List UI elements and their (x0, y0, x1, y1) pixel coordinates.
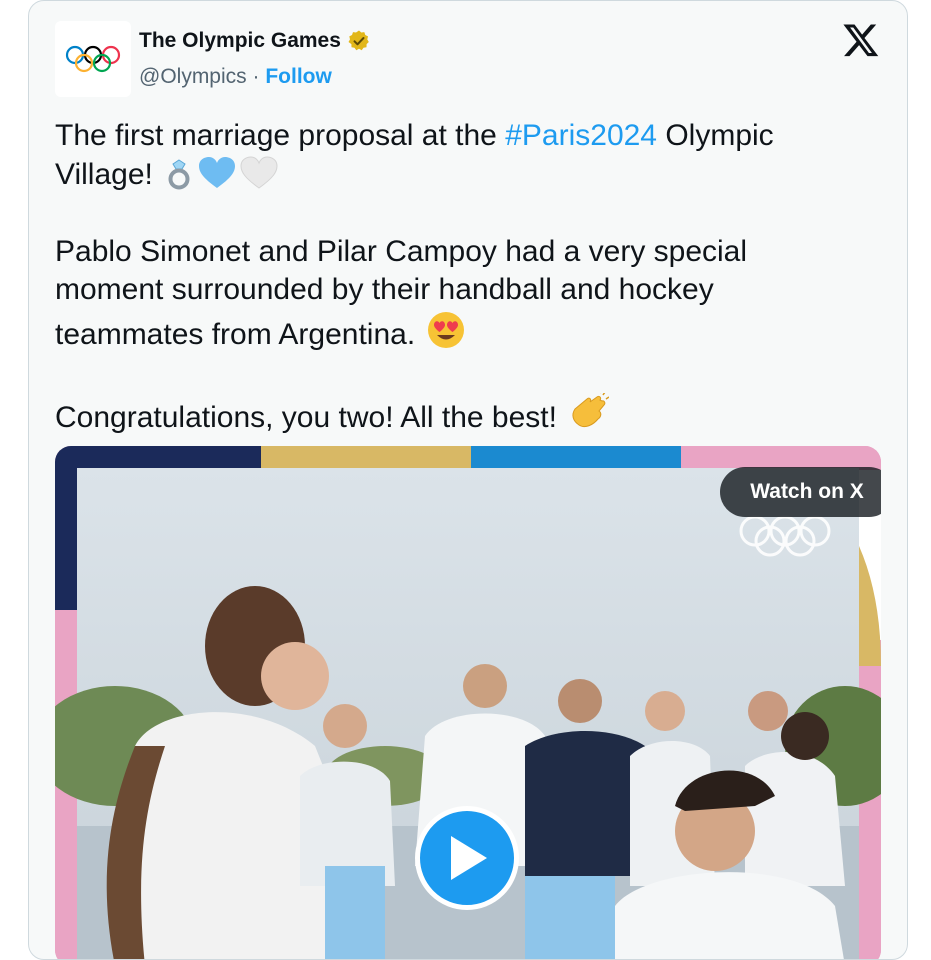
account-name[interactable]: The Olympic Games (139, 29, 341, 53)
tweet-text-segment: Congratulations, you two! All the best! (55, 400, 557, 434)
heart-eyes-emoji-icon (427, 311, 464, 348)
x-logo-icon[interactable] (841, 21, 881, 59)
ring-emoji-icon (168, 158, 190, 189)
tweet-paragraph-3: Congratulations, you two! All the best! (55, 392, 855, 438)
play-icon (451, 836, 487, 880)
tweet-card[interactable]: The Olympic Games @Olympics · Follow The… (28, 0, 908, 960)
account-handle-row: @Olympics · Follow (139, 65, 332, 89)
tweet-text: The first marriage proposal at the #Pari… (55, 117, 855, 476)
separator-dot: · (246, 65, 266, 88)
watch-on-x-button[interactable]: Watch on X (720, 467, 881, 517)
account-name-row[interactable]: The Olympic Games (139, 29, 371, 53)
hashtag-link[interactable]: #Paris2024 (505, 119, 657, 152)
clapping-hands-icon (572, 392, 610, 427)
verified-badge-icon (348, 30, 369, 51)
tweet-text-segment: Pablo Simonet and Pilar Campoy had a ver… (55, 234, 748, 351)
video-thumbnail[interactable]: Watch on X (55, 446, 881, 959)
white-heart-icon (240, 155, 278, 189)
follow-button[interactable]: Follow (265, 65, 332, 88)
account-handle[interactable]: @Olympics (139, 65, 247, 88)
tweet-paragraph-1: The first marriage proposal at the #Pari… (55, 117, 855, 194)
account-avatar[interactable] (55, 21, 131, 97)
olympic-rings-icon (65, 45, 121, 73)
light-blue-heart-icon (199, 156, 236, 188)
tweet-paragraph-2: Pablo Simonet and Pilar Campoy had a ver… (55, 233, 855, 355)
play-button[interactable] (415, 806, 519, 910)
tweet-text-segment: The first marriage proposal at the (55, 119, 506, 152)
